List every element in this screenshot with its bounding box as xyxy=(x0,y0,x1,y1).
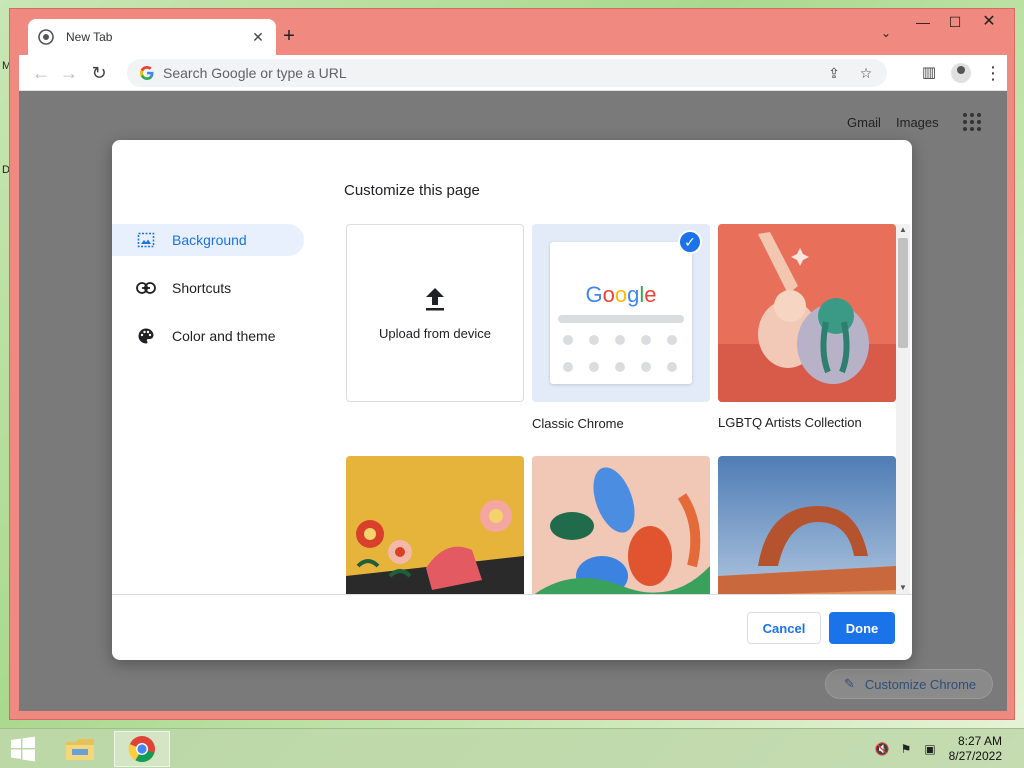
customize-sidebar: Background Shortcuts Color and theme xyxy=(112,224,312,368)
volume-muted-icon[interactable]: 🔇 xyxy=(874,741,890,757)
upload-from-device-tile[interactable]: Upload from device xyxy=(346,224,524,402)
arch-landscape-image xyxy=(718,456,896,594)
side-panel-icon[interactable]: ▥ xyxy=(917,61,941,85)
share-icon[interactable]: ⇪ xyxy=(823,65,845,82)
tab-title: New Tab xyxy=(66,30,113,44)
scroll-up-icon[interactable]: ▲ xyxy=(896,224,910,236)
chrome-logo-icon xyxy=(128,736,155,763)
lgbtq-artists-collection-label: LGBTQ Artists Collection xyxy=(718,415,862,430)
scroll-thumb[interactable] xyxy=(898,238,908,348)
classic-chrome-label: Classic Chrome xyxy=(532,416,624,431)
taskbar: 🔇 ⚑ ▣ 8:27 AM 8/27/2022 xyxy=(0,728,1024,768)
close-window-button[interactable]: ✕ xyxy=(974,13,1004,33)
sidebar-item-label: Shortcuts xyxy=(172,280,232,296)
omnibox-placeholder: Search Google or type a URL xyxy=(163,65,347,81)
back-button[interactable]: ← xyxy=(29,61,53,85)
address-bar[interactable]: Search Google or type a URL ⇪ ☆ xyxy=(127,59,887,87)
upload-icon xyxy=(426,287,444,310)
background-tile[interactable] xyxy=(346,456,524,594)
dialog-divider xyxy=(112,594,912,595)
done-button[interactable]: Done xyxy=(829,612,895,644)
clock-time: 8:27 AM xyxy=(957,734,1002,748)
sidebar-item-shortcuts[interactable]: Shortcuts xyxy=(112,272,312,304)
google-icon xyxy=(140,66,154,80)
maximize-button[interactable]: ☐ xyxy=(940,13,970,33)
link-icon xyxy=(136,278,156,298)
browser-toolbar: ← → ↻ Search Google or type a URL ⇪ ☆ ▥ … xyxy=(19,55,1007,91)
sidebar-item-color-and-theme[interactable]: Color and theme xyxy=(112,320,312,352)
botanical-art-image xyxy=(532,456,710,594)
google-logo: Google xyxy=(585,282,656,307)
forward-button[interactable]: → xyxy=(57,61,81,85)
customize-dialog: Customize this page Background Shortcuts… xyxy=(112,140,912,660)
sidebar-item-label: Color and theme xyxy=(172,328,276,344)
sidebar-item-background[interactable]: Background xyxy=(112,224,304,256)
close-tab-icon[interactable]: ✕ xyxy=(250,29,266,46)
tab-new-tab[interactable]: New Tab ✕ xyxy=(28,19,276,55)
minimize-button[interactable]: — xyxy=(908,13,938,33)
upload-label: Upload from device xyxy=(379,325,491,341)
images-link[interactable]: Images xyxy=(896,115,939,130)
image-icon xyxy=(136,230,156,250)
scroll-down-icon[interactable]: ▼ xyxy=(896,582,910,594)
gmail-link[interactable]: Gmail xyxy=(847,115,881,130)
background-tile[interactable] xyxy=(532,456,710,594)
start-button[interactable] xyxy=(8,735,38,763)
file-explorer-button[interactable] xyxy=(52,731,108,767)
google-apps-icon[interactable] xyxy=(963,113,983,133)
windows-logo-icon xyxy=(11,736,35,762)
reload-button[interactable]: ↻ xyxy=(87,61,111,85)
dialog-title: Customize this page xyxy=(344,182,480,199)
folder-icon xyxy=(66,739,94,760)
chrome-taskbar-button[interactable] xyxy=(114,731,170,767)
background-tile[interactable] xyxy=(718,456,896,594)
clock-date: 8/27/2022 xyxy=(948,749,1002,763)
customize-chrome-label: Customize Chrome xyxy=(864,676,977,692)
cancel-button[interactable]: Cancel xyxy=(747,612,821,644)
classic-chrome-tile[interactable]: Google ✓ xyxy=(532,224,710,402)
background-grid: Upload from device Google ✓ Classic Chro… xyxy=(346,224,912,594)
customize-chrome-button[interactable]: ✎ Customize Chrome xyxy=(825,669,993,699)
profile-button[interactable] xyxy=(949,61,973,85)
lgbtq-artwork-image xyxy=(718,224,896,402)
tab-search-icon[interactable]: ⌄ xyxy=(876,26,896,46)
flowers-dinosaur-image xyxy=(346,456,524,594)
system-clock[interactable]: 8:27 AM 8/27/2022 xyxy=(949,734,1002,764)
palette-icon xyxy=(136,326,156,346)
new-tab-button[interactable]: + xyxy=(278,26,300,48)
lgbtq-artists-collection-tile[interactable] xyxy=(718,224,896,402)
classic-chrome-preview: Google xyxy=(550,242,692,384)
avatar xyxy=(951,63,971,83)
network-icon[interactable]: ▣ xyxy=(922,741,938,757)
dialog-scrollbar[interactable]: ▲ ▼ xyxy=(896,224,910,594)
chrome-icon xyxy=(38,29,54,45)
selected-check-icon: ✓ xyxy=(678,230,702,254)
title-bar: New Tab ✕ + ⌄ — ☐ ✕ xyxy=(10,9,1014,55)
bookmark-star-icon[interactable]: ☆ xyxy=(855,65,877,82)
sidebar-item-label: Background xyxy=(172,232,247,248)
action-center-flag-icon[interactable]: ⚑ xyxy=(898,741,914,757)
pencil-icon: ✎ xyxy=(844,676,855,691)
menu-icon[interactable]: ⋮ xyxy=(981,61,1005,85)
